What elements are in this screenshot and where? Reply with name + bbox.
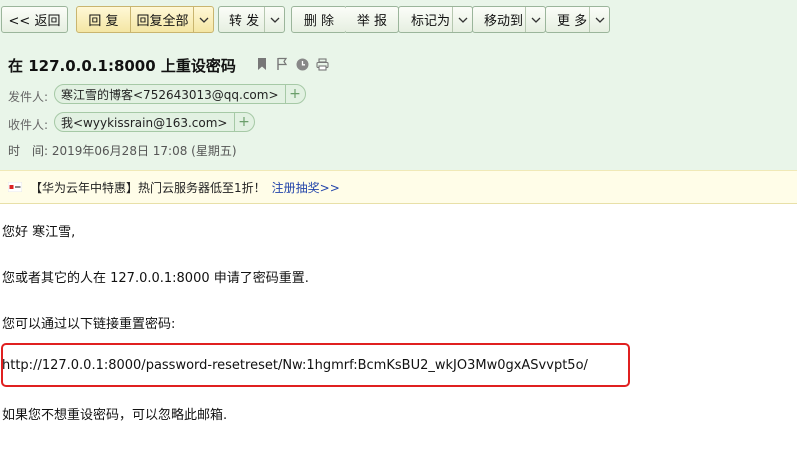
mark-as-dropdown[interactable] [452,7,472,32]
clock-icon[interactable] [295,57,309,71]
add-contact-icon[interactable]: + [233,113,254,131]
mail-body: 您好 寒江雪, 您或者其它的人在 127.0.0.1:8000 申请了密码重置.… [0,205,797,450]
move-to-dropdown[interactable] [525,7,545,32]
ad-banner: 【华为云年中特惠】热门云服务器低至1折！ 注册抽奖>> [0,170,797,204]
flag-icon[interactable] [275,57,289,71]
report-button[interactable]: 举 报 [346,6,399,33]
body-line-3: 如果您不想重设密码，可以忽略此邮箱. [2,408,228,423]
add-contact-icon[interactable]: + [284,85,305,103]
chevron-down-icon [199,17,208,23]
forward-button[interactable]: 转 发 [218,6,285,33]
greeting-text: 您好 寒江雪, [2,225,76,240]
move-to-button[interactable]: 移动到 [472,6,546,33]
reply-group: 回 复 回复全部 [76,6,214,33]
ad-text: 【华为云年中特惠】热门云服务器低至1折！ [30,180,266,195]
from-label: 发件人: [8,90,49,104]
mail-header: 在 127.0.0.1:8000 上重设密码 发件人: 寒江雪的博客<75264… [0,41,797,170]
delete-button[interactable]: 删 除 [291,6,347,33]
reply-label: 回 复 [88,14,119,29]
chevron-down-icon [531,17,540,23]
to-label: 收件人: [8,118,49,132]
recipient-chip[interactable]: 我<wyykissrain@163.com> + [54,112,255,132]
body-line-1: 您或者其它的人在 127.0.0.1:8000 申请了密码重置. [2,271,309,286]
chevron-down-icon [270,17,279,23]
more-button[interactable]: 更 多 [545,6,610,33]
chevron-down-icon [595,17,604,23]
mail-subject: 在 127.0.0.1:8000 上重设密码 [8,57,236,75]
chevron-down-icon [458,17,467,23]
sent-time: 2019年06月28日 17:08 (星期五) [51,144,237,158]
back-button[interactable]: << 返回 [1,6,68,33]
more-label: 更 多 [557,14,588,29]
report-label: 举 报 [356,14,388,29]
date-row: 时 间: 2019年06月28日 17:08 (星期五) [8,142,237,159]
reply-button[interactable]: 回 复 [77,7,130,32]
subject-actions [255,57,329,71]
reset-password-link[interactable]: http://127.0.0.1:8000/password-resetrese… [2,358,588,373]
move-to-label: 移动到 [484,14,524,29]
sender-chip[interactable]: 寒江雪的博客<752643013@qq.com> + [54,84,306,104]
bookmark-icon[interactable] [255,57,269,71]
reply-more-dropdown[interactable] [193,7,213,32]
ad-link[interactable]: 注册抽奖>> [272,179,340,196]
body-line-2: 您可以通过以下链接重置密码: [2,317,176,332]
time-label: 时 间: [8,144,49,158]
mark-as-label: 标记为 [411,14,451,29]
sender-address: 寒江雪的博客<752643013@qq.com> [61,87,279,102]
mail-toolbar: << 返回 回 复 回复全部 转 发 删 除 举 报 标记为 移动到 更 多 [0,0,797,41]
reply-all-button[interactable]: 回复全部 [130,7,195,32]
ad-logo-icon [8,182,22,192]
delete-label: 删 除 [303,14,335,29]
recipient-address: 我<wyykissrain@163.com> [61,115,228,130]
reply-all-label: 回复全部 [136,14,189,29]
forward-dropdown[interactable] [264,7,284,32]
more-dropdown[interactable] [589,7,609,32]
print-icon[interactable] [315,57,329,71]
back-label: << 返回 [8,14,61,29]
forward-label: 转 发 [229,14,260,29]
mark-as-button[interactable]: 标记为 [398,6,473,33]
